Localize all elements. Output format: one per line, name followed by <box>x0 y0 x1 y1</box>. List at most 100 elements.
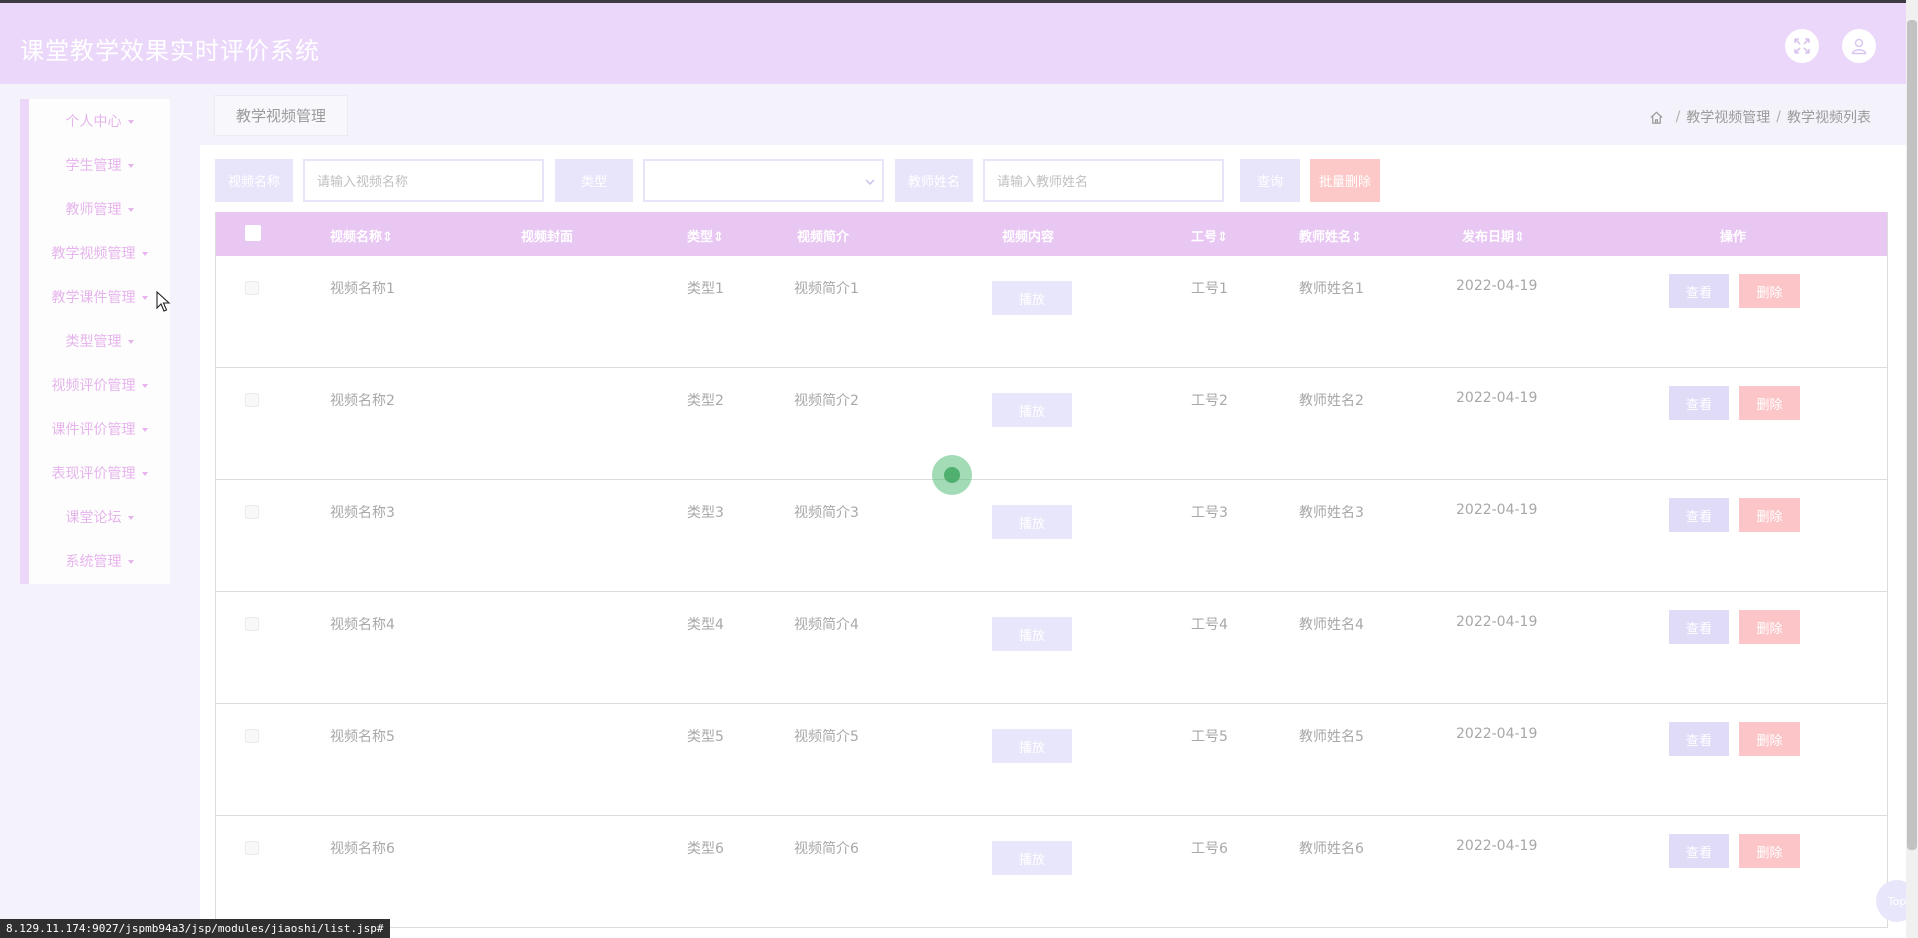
row-checkbox[interactable] <box>245 281 259 295</box>
cell-intro: 视频简介3 <box>794 505 859 521</box>
sidebar-item-performance-reviews[interactable]: 表现评价管理 <box>29 451 170 495</box>
cell-teacher: 教师姓名5 <box>1299 729 1364 745</box>
cell-name: 视频名称4 <box>330 617 395 633</box>
table-row: 视频名称4 类型4 视频简介4 播放 工号4 教师姓名4 2022-04-19 … <box>216 592 1887 704</box>
sidebar-item-slide-reviews[interactable]: 课件评价管理 <box>29 407 170 451</box>
cell-date: 2022-04-19 <box>1456 502 1538 518</box>
sidebar-item-teaching-videos[interactable]: 教学视频管理 <box>29 231 170 275</box>
col-header-name[interactable]: 视频名称⇕ <box>330 226 393 245</box>
cell-name: 视频名称2 <box>330 393 395 409</box>
app-title: 课堂教学效果实时评价系统 <box>20 37 320 65</box>
cell-teacher: 教师姓名2 <box>1299 393 1364 409</box>
row-checkbox[interactable] <box>245 505 259 519</box>
sort-icon: ⇕ <box>382 230 393 245</box>
view-button[interactable]: 查看 <box>1669 498 1729 532</box>
view-button[interactable]: 查看 <box>1669 386 1729 420</box>
view-button[interactable]: 查看 <box>1669 274 1729 308</box>
select-all-checkbox[interactable] <box>245 225 261 241</box>
cell-intro: 视频简介5 <box>794 729 859 745</box>
caret-down-icon <box>127 516 134 520</box>
row-checkbox[interactable] <box>245 841 259 855</box>
col-header-type[interactable]: 类型⇕ <box>687 226 724 245</box>
play-button[interactable]: 播放 <box>992 393 1072 427</box>
delete-button[interactable]: 删除 <box>1739 274 1800 308</box>
col-header-cover: 视频封面 <box>521 230 574 245</box>
type-select[interactable] <box>643 159 884 202</box>
cell-type: 类型4 <box>687 617 724 633</box>
sidebar-item-forum[interactable]: 课堂论坛 <box>29 495 170 539</box>
cell-type: 类型1 <box>687 281 724 297</box>
play-button[interactable]: 播放 <box>992 729 1072 763</box>
page-tab[interactable]: 教学视频管理 <box>214 95 348 136</box>
play-button[interactable]: 播放 <box>992 841 1072 875</box>
col-header-teacher[interactable]: 教师姓名⇕ <box>1299 226 1362 245</box>
sidebar-item-video-reviews[interactable]: 视频评价管理 <box>29 363 170 407</box>
play-button[interactable]: 播放 <box>992 281 1072 315</box>
teacher-name-input[interactable]: 请输入教师姓名 <box>983 159 1224 202</box>
col-header-ops: 操作 <box>1720 230 1747 245</box>
cell-name: 视频名称5 <box>330 729 395 745</box>
delete-button[interactable]: 删除 <box>1739 610 1800 644</box>
user-icon <box>1851 38 1867 55</box>
view-button[interactable]: 查看 <box>1669 610 1729 644</box>
cell-date: 2022-04-19 <box>1456 726 1538 742</box>
delete-button[interactable]: 删除 <box>1739 722 1800 756</box>
table-row: 视频名称1 类型1 视频简介1 播放 工号1 教师姓名1 2022-04-19 … <box>216 256 1887 368</box>
caret-down-icon <box>127 164 134 168</box>
table-row: 视频名称3 类型3 视频简介3 播放 工号3 教师姓名3 2022-04-19 … <box>216 480 1887 592</box>
caret-down-icon <box>141 296 148 300</box>
scrollbar-thumb[interactable] <box>1907 20 1917 850</box>
cell-type: 类型2 <box>687 393 724 409</box>
sidebar-item-students[interactable]: 学生管理 <box>29 143 170 187</box>
caret-down-icon <box>141 472 148 476</box>
view-button[interactable]: 查看 <box>1669 834 1729 868</box>
sidebar-item-personal-center[interactable]: 个人中心 <box>29 99 170 143</box>
play-button[interactable]: 播放 <box>992 505 1072 539</box>
delete-button[interactable]: 删除 <box>1739 834 1800 868</box>
cell-job-no: 工号3 <box>1191 505 1228 521</box>
cell-teacher: 教师姓名3 <box>1299 505 1364 521</box>
breadcrumb-item[interactable]: 教学视频管理 <box>1686 107 1770 127</box>
play-button[interactable]: 播放 <box>992 617 1072 651</box>
caret-down-icon <box>127 208 134 212</box>
cell-job-no: 工号6 <box>1191 841 1228 857</box>
status-bar-url: 8.129.11.174:9027/jspmb94a3/jsp/modules/… <box>0 919 390 938</box>
col-header-date[interactable]: 发布日期⇕ <box>1462 226 1525 245</box>
row-checkbox[interactable] <box>245 617 259 631</box>
table-row: 视频名称6 类型6 视频简介6 播放 工号6 教师姓名6 2022-04-19 … <box>216 816 1887 928</box>
col-header-content: 视频内容 <box>1002 230 1055 245</box>
row-checkbox[interactable] <box>245 393 259 407</box>
cell-type: 类型6 <box>687 841 724 857</box>
view-button[interactable]: 查看 <box>1669 722 1729 756</box>
search-button[interactable]: 查询 <box>1240 159 1300 202</box>
delete-button[interactable]: 删除 <box>1739 386 1800 420</box>
teacher-name-label: 教师姓名 <box>895 159 973 202</box>
sort-icon: ⇕ <box>1514 230 1525 245</box>
cell-job-no: 工号2 <box>1191 393 1228 409</box>
cell-teacher: 教师姓名6 <box>1299 841 1364 857</box>
caret-down-icon <box>141 428 148 432</box>
video-name-input[interactable]: 请输入视频名称 <box>303 159 544 202</box>
fullscreen-button[interactable] <box>1785 29 1819 63</box>
cell-teacher: 教师姓名1 <box>1299 281 1364 297</box>
delete-button[interactable]: 删除 <box>1739 498 1800 532</box>
sidebar-item-types[interactable]: 类型管理 <box>29 319 170 363</box>
cell-intro: 视频简介6 <box>794 841 859 857</box>
cell-date: 2022-04-19 <box>1456 614 1538 630</box>
sidebar-item-teachers[interactable]: 教师管理 <box>29 187 170 231</box>
table-row: 视频名称5 类型5 视频简介5 播放 工号5 教师姓名5 2022-04-19 … <box>216 704 1887 816</box>
batch-delete-button[interactable]: 批量删除 <box>1310 159 1380 202</box>
caret-down-icon <box>141 384 148 388</box>
cell-teacher: 教师姓名4 <box>1299 617 1364 633</box>
user-menu-button[interactable] <box>1842 29 1876 63</box>
home-icon[interactable] <box>1649 110 1664 125</box>
row-checkbox[interactable] <box>245 729 259 743</box>
cell-date: 2022-04-19 <box>1456 278 1538 294</box>
sidebar-item-teaching-slides[interactable]: 教学课件管理 <box>29 275 170 319</box>
cell-intro: 视频简介4 <box>794 617 859 633</box>
col-header-job-no[interactable]: 工号⇕ <box>1191 226 1228 245</box>
caret-down-icon <box>127 120 134 124</box>
breadcrumb: / 教学视频管理 / 教学视频列表 <box>1649 107 1871 127</box>
sidebar-item-system[interactable]: 系统管理 <box>29 539 170 583</box>
cell-name: 视频名称6 <box>330 841 395 857</box>
